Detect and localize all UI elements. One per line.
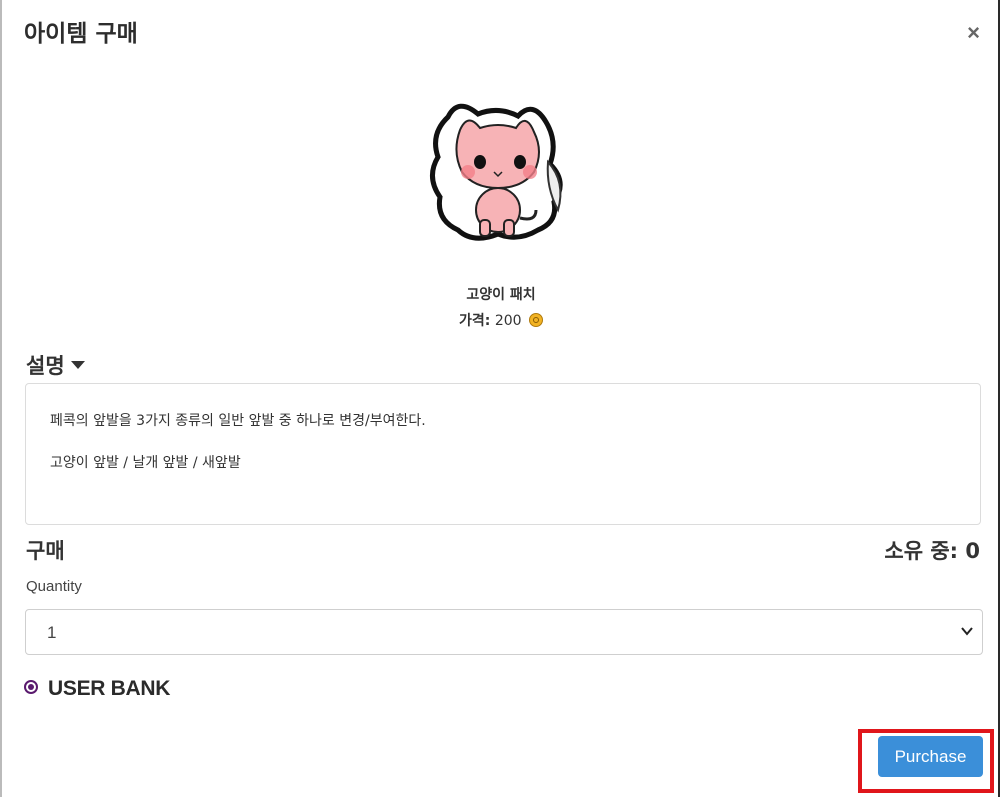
cat-sticker-image: [430, 103, 563, 241]
quantity-label: Quantity: [26, 578, 82, 595]
radio-selected[interactable]: [24, 680, 38, 694]
caret-down-icon: [70, 361, 85, 369]
quantity-select[interactable]: 1: [25, 609, 983, 655]
description-line: 고양이 앞발 / 날개 앞발 / 새앞발: [50, 455, 241, 472]
owned-count: 소유 중: 0: [884, 539, 980, 563]
quantity-value: 1: [47, 623, 57, 642]
purchase-modal: 아이템 구매 × 고양이 패치 가격: 200 설명 페콕의 앞발을 3가지 종…: [0, 0, 998, 797]
price-label: 가격:: [459, 313, 491, 329]
description-toggle[interactable]: 설명: [26, 350, 85, 380]
modal-title: 아이템 구매: [24, 21, 138, 47]
price-value: 200: [494, 313, 522, 329]
description-box: 페콕의 앞발을 3가지 종류의 일반 앞발 중 하나로 변경/부여한다. 고양이…: [25, 383, 981, 525]
item-name: 고양이 패치: [466, 287, 536, 303]
user-bank-option[interactable]: USER BANK: [24, 677, 170, 701]
user-bank-label: USER BANK: [48, 677, 171, 700]
purchase-button[interactable]: Purchase: [878, 736, 983, 777]
description-line: 페콕의 앞발을 3가지 종류의 일반 앞발 중 하나로 변경/부여한다.: [50, 413, 426, 429]
purchase-heading: 구매: [26, 539, 65, 563]
coin-icon: [529, 313, 543, 327]
close-button[interactable]: ×: [967, 22, 980, 44]
item-price: 가격: 200: [2, 310, 1000, 330]
description-heading: 설명: [26, 354, 65, 378]
chevron-down-icon: [961, 627, 973, 636]
